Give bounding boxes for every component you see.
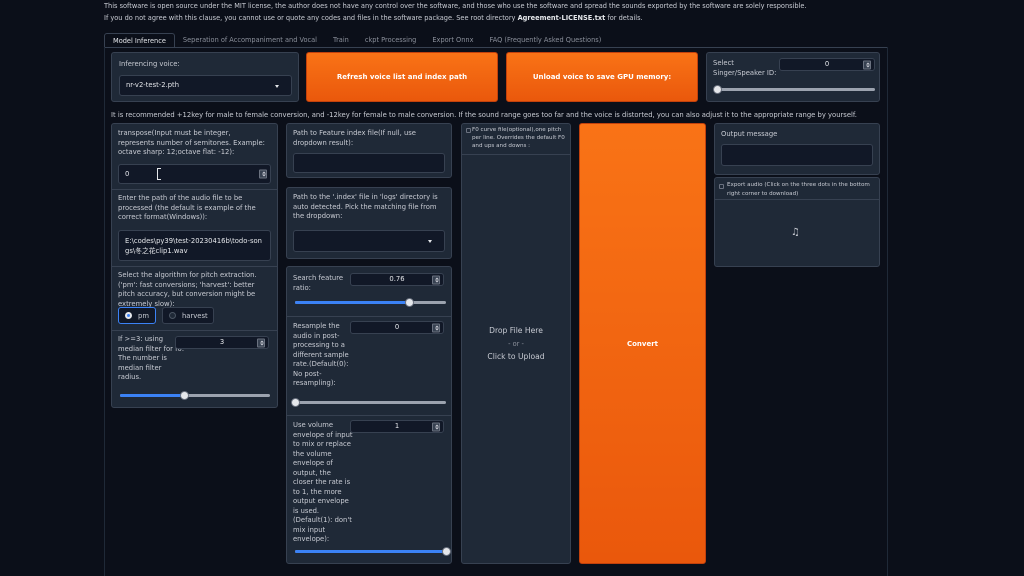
median-filter-number-input[interactable]: 3 [175,336,269,349]
divider [715,199,879,200]
feature-ratio-slider[interactable] [295,298,446,307]
stepper-icon[interactable] [432,323,440,332]
output-message-textbox[interactable] [721,144,873,166]
music-note-icon: ♫ [791,227,800,238]
volume-envelope-slider[interactable] [295,547,451,556]
inferencing-voice-value: nr-v2-test-2.pth [126,81,180,89]
convert-button[interactable]: Convert [579,123,706,564]
stepper-icon[interactable] [432,422,440,431]
file-icon [466,128,471,133]
radio-selected-icon [125,312,132,319]
median-filter-value: 3 [219,338,225,346]
feature-ratio-slider-thumb[interactable] [405,298,415,307]
inferencing-voice-label: Inferencing voice: [119,60,180,68]
drop-file-text: Drop File Here [489,326,543,335]
inferencing-voice-panel: Inferencing voice: nr-v2-test-2.pth [111,52,299,102]
divider [112,266,277,267]
divider [112,330,277,331]
pitch-algorithm-label: Select the algorithm for pitch extractio… [118,271,257,308]
input-settings-panel: transpose(Input must be integer, represe… [111,123,278,408]
volume-envelope-label: Use volume envelope of input to mix or r… [293,421,353,543]
range-recommendation-text: It is recommended +12key for male to fem… [111,111,857,119]
stepper-icon[interactable] [257,338,265,347]
median-filter-slider-fill [120,394,185,397]
feature-ratio-value: 0.76 [389,275,405,283]
post-processing-panel: Search feature ratio: 0.76 Resample the … [286,266,452,564]
index-file-panel: Path to the '.index' file in 'logs' dire… [286,187,452,259]
license-notice-text: If you do not agree with this clause, yo… [104,14,518,22]
volume-envelope-number-input[interactable]: 1 [350,420,444,433]
refresh-voice-list-button[interactable]: Refresh voice list and index path [306,52,498,102]
audio-path-input[interactable]: E:\codes\py39\test-20230416b\todo-songs\… [118,230,271,261]
resample-slider[interactable] [290,398,446,407]
resample-value: 0 [394,323,400,331]
f0-file-dropzone[interactable]: Drop File Here - or - Click to Upload [462,155,570,563]
text-cursor-icon [157,168,161,180]
radio-harvest-label: harvest [182,311,208,320]
chevron-down-icon [428,240,432,243]
stepper-icon[interactable] [259,169,267,179]
resample-slider-thumb[interactable] [290,398,300,407]
inferencing-voice-dropdown[interactable]: nr-v2-test-2.pth [119,75,292,96]
resample-label: Resample the audio in post-processing to… [293,322,349,387]
tab-export-onnx[interactable]: Export Onnx [424,33,481,47]
feature-index-path-panel: Path to Feature index file(If null, use … [286,123,452,178]
main-tabs: Model Inference Seperation of Accompanim… [104,33,609,47]
feature-index-path-label: Path to Feature index file(If null, use … [293,129,416,147]
feature-index-path-input[interactable] [293,153,445,173]
speaker-id-slider-thumb[interactable] [712,85,722,94]
divider [287,415,451,416]
resample-number-input[interactable]: 0 [350,321,444,334]
median-filter-slider-thumb[interactable] [180,391,189,400]
volume-envelope-value: 1 [394,422,400,430]
median-filter-slider[interactable] [120,391,270,400]
transpose-input[interactable]: 0 [118,164,271,184]
transpose-label: transpose(Input must be integer, represe… [118,129,265,156]
pitch-algorithm-radio-group: pm harvest [118,307,278,324]
audio-path-label: Enter the path of the audio file to be p… [118,194,256,221]
license-notice-line-1: This software is open source under the M… [104,2,807,10]
speaker-id-slider[interactable] [712,85,875,94]
license-notice-suffix: for details. [605,14,643,22]
feature-ratio-label: Search feature ratio: [293,274,344,292]
radio-pm[interactable]: pm [118,307,156,324]
f0-curve-file-label: F0 curve file(optional),one pitch per li… [472,127,565,149]
speaker-id-panel: Select Singer/Speaker ID: 0 [706,52,880,102]
radio-harvest[interactable]: harvest [162,307,214,324]
feature-ratio-number-input[interactable]: 0.76 [350,273,444,286]
speaker-id-number-input[interactable]: 0 [779,58,875,71]
volume-envelope-slider-thumb[interactable] [441,547,451,556]
tab-model-inference[interactable]: Model Inference [104,33,175,47]
chevron-down-icon [275,84,279,88]
click-to-upload-text: Click to Upload [487,352,545,361]
volume-envelope-slider-fill [295,550,446,553]
f0-curve-file-panel: F0 curve file(optional),one pitch per li… [461,123,571,564]
stepper-icon[interactable] [432,275,440,284]
license-file-name: Agreement-LICENSE.txt [517,14,606,22]
export-audio-label: Export audio (Click on the three dots in… [727,182,870,197]
speaker-id-value: 0 [824,60,830,68]
or-text: - or - [508,340,524,348]
tab-faq[interactable]: FAQ (Frequently Asked Questions) [482,33,610,47]
divider [112,189,277,190]
stepper-icon[interactable] [863,60,871,69]
index-file-label: Path to the '.index' file in 'logs' dire… [293,193,438,220]
output-message-panel: Output message [714,123,880,175]
license-notice-line-2: If you do not agree with this clause, yo… [104,12,643,24]
unload-voice-button[interactable]: Unload voice to save GPU memory: [506,52,698,102]
radio-unselected-icon [169,312,176,319]
speaker-id-label: Select Singer/Speaker ID: [713,59,777,77]
output-message-label: Output message [721,130,778,138]
tab-separation[interactable]: Seperation of Accompaniment and Vocal [175,33,325,47]
feature-ratio-slider-fill [295,301,410,304]
transpose-value: 0 [125,170,130,178]
tab-ckpt-processing[interactable]: ckpt Processing [357,33,425,47]
export-audio-panel: Export audio (Click on the three dots in… [714,177,880,267]
radio-pm-label: pm [138,311,149,320]
index-file-dropdown[interactable] [293,230,445,252]
divider [287,316,451,317]
tab-train[interactable]: Train [325,33,357,47]
audio-icon [719,184,724,189]
